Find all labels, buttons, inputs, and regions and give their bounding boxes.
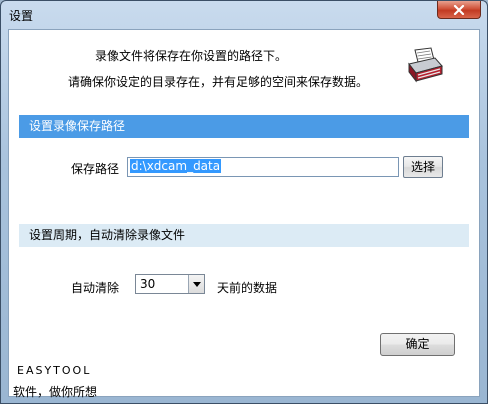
section-header-auto-clean: 设置周期，自动清除录像文件 <box>19 224 469 247</box>
choose-path-button[interactable]: 选择 <box>403 156 443 178</box>
window-title: 设置 <box>9 9 34 23</box>
dialog-body: 录像文件将保存在你设置的路径下。 请确保你设定的目录存在，并有足够的空间来保存数… <box>8 29 480 399</box>
info-text-2: 请确保你设定的目录存在，并有足够的空间来保存数据。 <box>68 75 369 89</box>
dropdown-arrow-button[interactable] <box>188 275 204 293</box>
save-path-label: 保存路径 <box>71 162 120 176</box>
days-value: 30 <box>140 277 156 291</box>
days-select[interactable]: 30 <box>135 274 205 294</box>
close-icon <box>453 4 465 15</box>
settings-window: 设置 录像文件将保存在你设置的路径下。 请确保你设定的目录存在，并有足够的空间来… <box>0 0 488 404</box>
days-suffix-label: 天前的数据 <box>217 281 278 295</box>
brand-slogan: 软件，做你所想 <box>13 385 98 399</box>
title-bar[interactable]: 设置 <box>1 1 487 29</box>
save-path-input[interactable]: d:\xdcam_data <box>127 157 399 177</box>
close-button[interactable] <box>437 1 481 19</box>
brand-name: EASYTOOL <box>17 364 92 377</box>
chevron-down-icon <box>192 281 201 287</box>
section-header-save-path: 设置录像保存路径 <box>19 115 469 138</box>
auto-clean-label: 自动清除 <box>71 281 120 295</box>
info-text-1: 录像文件将保存在你设置的路径下。 <box>95 49 288 63</box>
printer-icon <box>408 47 443 83</box>
ok-button[interactable]: 确定 <box>380 333 455 356</box>
save-path-value: d:\xdcam_data <box>130 159 222 173</box>
